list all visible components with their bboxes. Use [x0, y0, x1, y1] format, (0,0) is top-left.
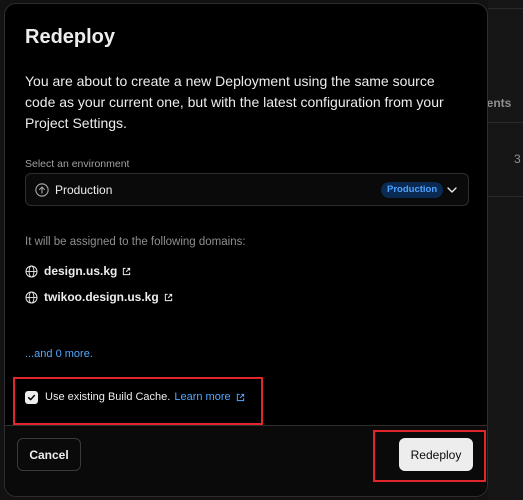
domain-link[interactable]: design.us.kg [44, 264, 117, 278]
arrow-up-circle-icon [35, 183, 49, 197]
background-divider [488, 196, 523, 197]
background-panel [488, 0, 523, 500]
chevron-down-icon [447, 187, 457, 193]
environment-label: Select an environment [25, 158, 130, 170]
environment-select[interactable]: Production Production [25, 173, 469, 206]
background-divider [488, 8, 523, 9]
redeploy-dialog: Redeploy You are about to create a new D… [4, 3, 488, 497]
globe-icon [25, 290, 38, 304]
domain-item[interactable]: design.us.kg [25, 262, 131, 280]
highlight-box [13, 377, 263, 425]
more-domains-link[interactable]: ...and 0 more. [25, 348, 93, 360]
dialog-description: You are about to create a new Deployment… [25, 73, 444, 131]
environment-badge: Production [381, 182, 444, 198]
dialog-footer: Cancel Redeploy [5, 425, 487, 496]
cancel-button[interactable]: Cancel [17, 438, 81, 471]
dialog-title: Redeploy [25, 26, 116, 48]
external-link-icon [164, 293, 172, 301]
environment-value: Production [55, 183, 113, 197]
domain-item[interactable]: twikoo.design.us.kg [25, 288, 173, 306]
external-link-icon [123, 267, 131, 275]
domains-label: It will be assigned to the following dom… [25, 236, 246, 248]
background-cell-value: 3 [514, 152, 521, 166]
background-divider [488, 122, 523, 123]
highlight-box [373, 430, 486, 482]
domain-link[interactable]: twikoo.design.us.kg [44, 290, 159, 304]
globe-icon [25, 264, 38, 278]
